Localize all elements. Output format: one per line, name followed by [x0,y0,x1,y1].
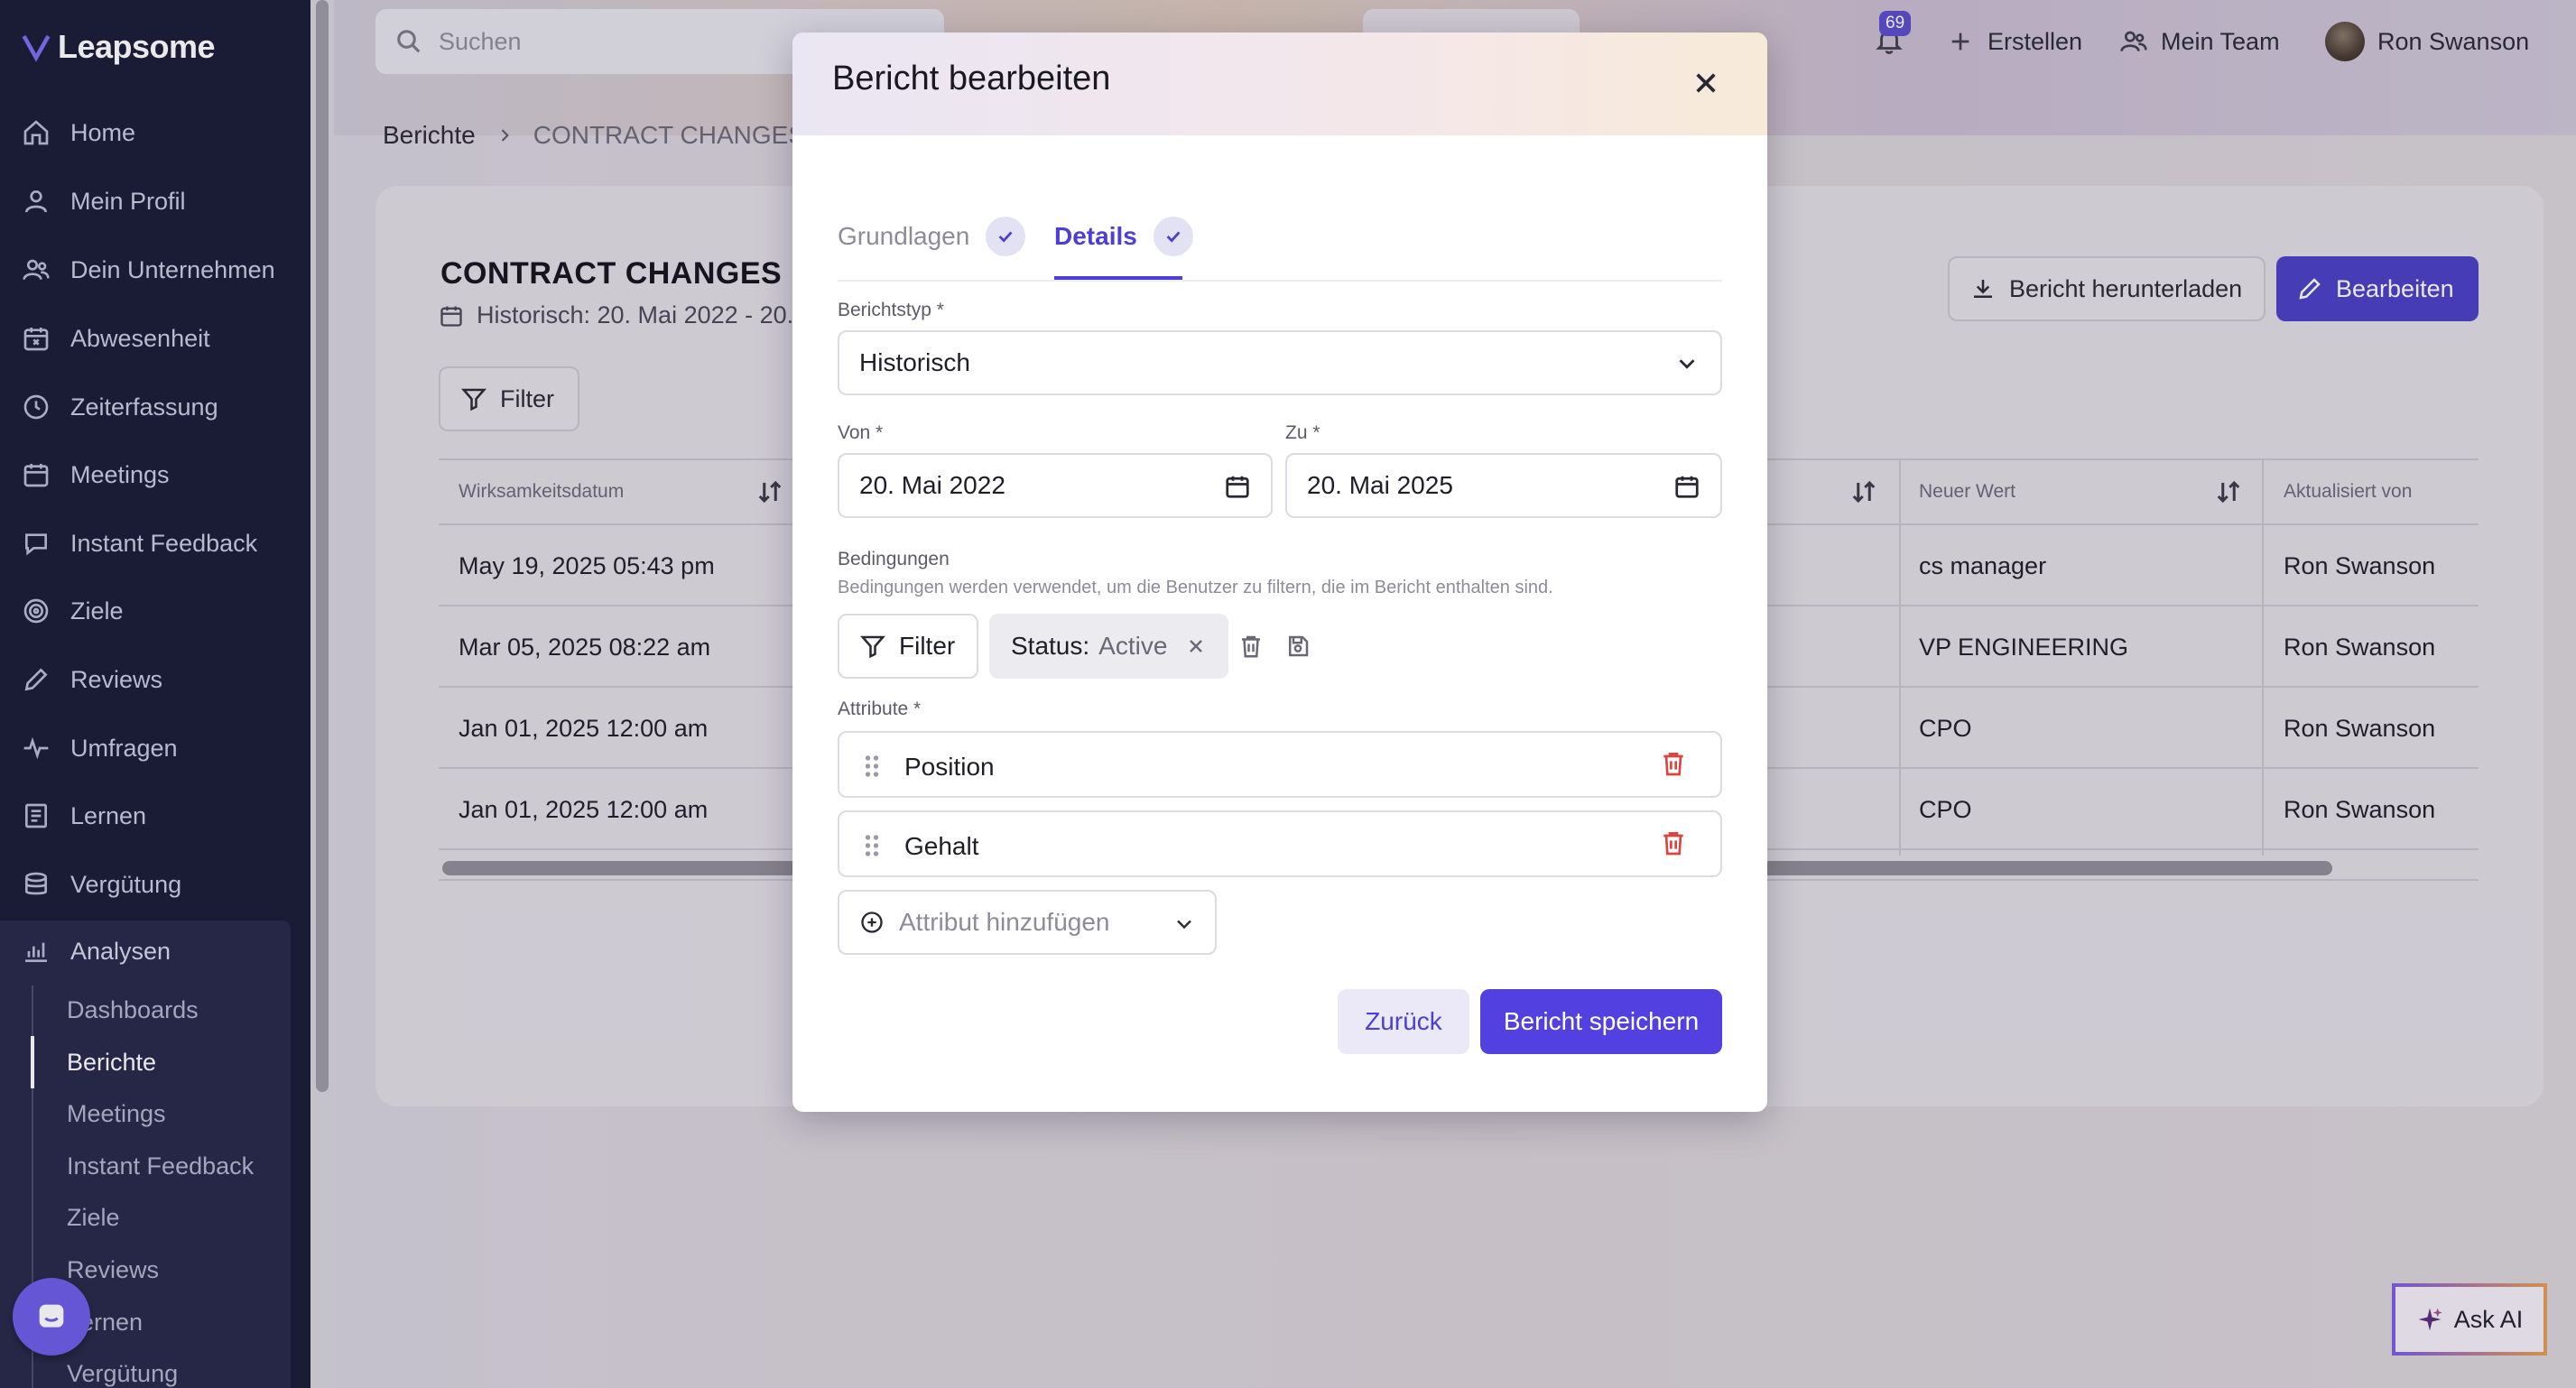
report-type-label: Berichtstyp * [838,300,944,320]
wizard-tabs: Grundlagen Details [838,191,1722,282]
status-key: Status: [1011,632,1090,660]
save-icon [1289,635,1309,657]
attribute-row[interactable]: Gehalt [838,810,1722,877]
chevron-down-icon [1673,350,1700,377]
drag-handle-icon[interactable] [859,832,885,859]
edit-report-dialog: Bericht bearbeiten Grundlagen Details Be… [792,32,1767,1112]
from-date-label: Von * [838,422,884,443]
status-filter-chip[interactable]: Status: Active [989,614,1229,679]
attribute-name: Gehalt [904,832,979,860]
from-date-value: 20. Mai 2022 [859,471,1005,499]
check-icon [986,217,1026,256]
save-conditions-button[interactable] [1280,628,1316,664]
save-report-button[interactable]: Bericht speichern [1480,989,1722,1054]
conditions-label: Bedingungen [838,549,950,569]
status-value: Active [1098,632,1168,660]
add-filter-button[interactable]: Filter [838,614,978,679]
check-icon [1153,217,1193,256]
filter-icon [859,635,886,659]
add-attribute-select[interactable]: Attribut hinzufügen [838,890,1217,955]
tab-grundlagen[interactable]: Grundlagen [838,191,1026,282]
dialog-title: Bericht bearbeiten [832,60,1111,97]
filter-label: Filter [899,632,956,660]
trash-icon[interactable] [1659,828,1691,861]
delete-conditions-button[interactable] [1233,628,1269,664]
calendar-icon[interactable] [1673,473,1700,500]
close-icon [1696,73,1716,93]
attributes-label: Attribute * [838,699,922,719]
plus-circle-icon [861,911,883,933]
report-type-value: Historisch [859,348,970,376]
drag-handle-icon[interactable] [859,753,885,780]
attribute-row[interactable]: Position [838,731,1722,798]
tab-details[interactable]: Details [1054,191,1193,282]
from-date-field[interactable]: 20. Mai 2022 [838,453,1273,518]
attribute-name: Position [904,753,995,781]
tab-label: Grundlagen [838,222,970,250]
add-attribute-placeholder: Attribut hinzufügen [899,908,1110,936]
trash-icon [1242,635,1260,658]
trash-icon[interactable] [1659,749,1691,782]
back-button[interactable]: Zurück [1338,989,1469,1054]
to-date-label: Zu * [1285,422,1320,443]
to-date-field[interactable]: 20. Mai 2025 [1285,453,1722,518]
close-button[interactable] [1686,63,1726,103]
active-tab-indicator [1054,276,1182,280]
remove-filter-icon[interactable] [1185,635,1207,657]
calendar-icon[interactable] [1224,473,1251,500]
report-type-select[interactable]: Historisch [838,330,1722,395]
conditions-help: Bedingungen werden verwendet, um die Ben… [838,578,1553,597]
tab-label: Details [1054,222,1137,250]
chevron-down-icon [1177,920,1191,930]
to-date-value: 20. Mai 2025 [1307,471,1453,499]
